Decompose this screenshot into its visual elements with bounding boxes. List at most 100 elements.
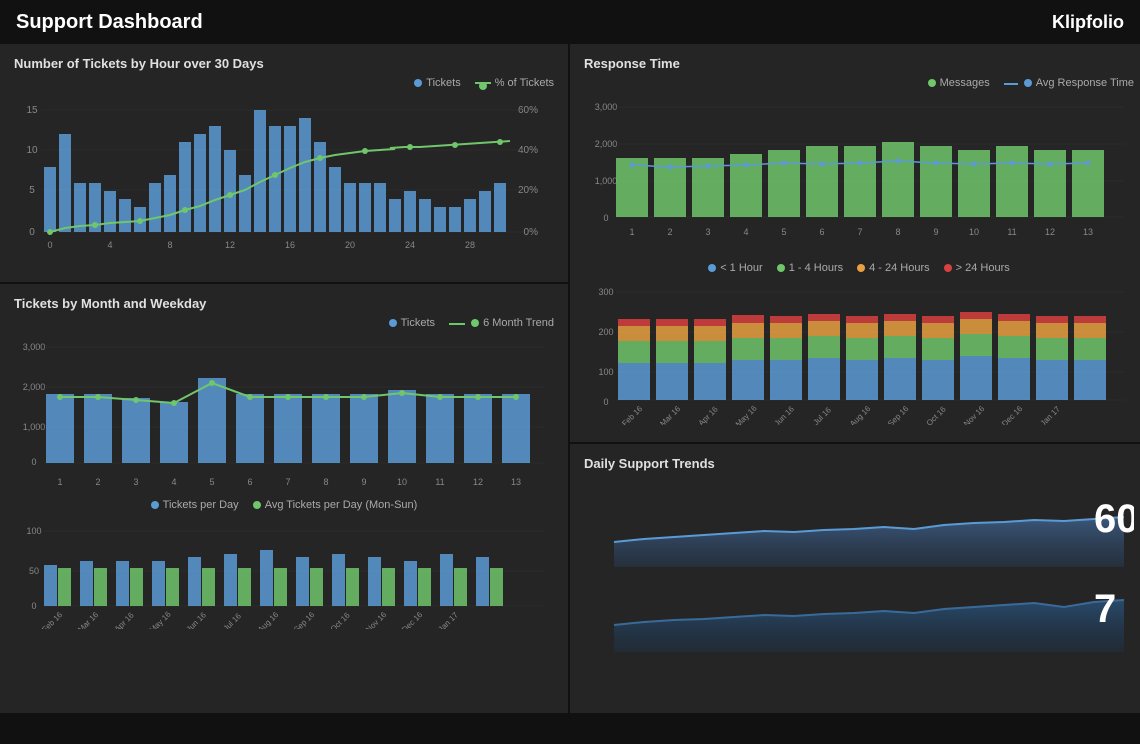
- tickets-month-legend: Tickets 6 Month Trend: [389, 317, 554, 329]
- daily-trends-title: Daily Support Trends: [584, 456, 1134, 471]
- response-hours-legend: < 1 Hour 1 - 4 Hours 4 - 24 Hours > 24 H…: [708, 262, 1010, 274]
- stacked-hours-chart: 300 200 100 0: [584, 280, 1134, 430]
- svg-text:Jun 16: Jun 16: [185, 610, 209, 629]
- avg-response-dot-icon: [1024, 79, 1032, 87]
- svg-text:100: 100: [26, 526, 41, 536]
- avg-tpd-dot-icon: [253, 501, 261, 509]
- svg-text:13: 13: [511, 477, 521, 487]
- svg-text:8: 8: [323, 477, 328, 487]
- svg-text:Dec 16: Dec 16: [400, 610, 425, 629]
- tickets-dot2-icon: [389, 319, 397, 327]
- response-time-panel: Response Time Messages Avg Response Time: [570, 44, 1140, 442]
- svg-text:May 16: May 16: [148, 609, 173, 629]
- svg-text:4: 4: [171, 477, 176, 487]
- tickets-day-legend: Tickets per Day Avg Tickets per Day (Mon…: [151, 499, 418, 511]
- tickets-by-hour-title: Number of Tickets by Hour over 30 Days: [14, 56, 554, 71]
- svg-text:24: 24: [405, 240, 415, 250]
- svg-text:3,000: 3,000: [595, 102, 618, 112]
- svg-text:4: 4: [743, 227, 748, 237]
- svg-text:Apr 16: Apr 16: [697, 404, 720, 425]
- legend-tickets: Tickets: [414, 77, 460, 89]
- svg-text:6: 6: [819, 227, 824, 237]
- svg-text:Jul 16: Jul 16: [221, 611, 243, 629]
- svg-text:Mar 16: Mar 16: [76, 610, 100, 629]
- svg-text:0: 0: [31, 457, 36, 467]
- svg-text:12: 12: [473, 477, 483, 487]
- svg-text:Jan 17: Jan 17: [1039, 404, 1063, 425]
- svg-text:12: 12: [225, 240, 235, 250]
- lt1h-dot-icon: [708, 264, 716, 272]
- svg-text:1: 1: [629, 227, 634, 237]
- svg-text:16: 16: [285, 240, 295, 250]
- main-content: Number of Tickets by Hour over 30 Days T…: [0, 44, 1140, 744]
- daily-trends-panel: Daily Support Trends: [570, 444, 1140, 713]
- tickets-by-hour-panel: Number of Tickets by Hour over 30 Days T…: [0, 44, 568, 282]
- svg-text:9: 9: [361, 477, 366, 487]
- avg-response-line-icon: [1004, 83, 1018, 85]
- tpd-dot-icon: [151, 501, 159, 509]
- svg-text:6: 6: [247, 477, 252, 487]
- svg-text:5: 5: [29, 185, 35, 196]
- svg-text:3: 3: [705, 227, 710, 237]
- svg-text:5: 5: [781, 227, 786, 237]
- svg-text:Oct 16: Oct 16: [329, 610, 352, 629]
- svg-text:4: 4: [107, 240, 112, 250]
- svg-text:9: 9: [933, 227, 938, 237]
- left-column: Number of Tickets by Hour over 30 Days T…: [0, 44, 568, 713]
- svg-text:12: 12: [1045, 227, 1055, 237]
- svg-text:0: 0: [603, 397, 608, 407]
- tickets-by-hour-legend: Tickets % of Tickets: [414, 77, 554, 89]
- svg-text:10: 10: [397, 477, 407, 487]
- logo: Klipfolio: [1052, 12, 1124, 33]
- month-trend-line-icon: [449, 323, 465, 325]
- messages-chart: 3,000 2,000 1,000 0: [584, 95, 1134, 260]
- svg-text:Nov 16: Nov 16: [364, 610, 389, 629]
- right-column: Response Time Messages Avg Response Time: [570, 44, 1140, 713]
- svg-text:7: 7: [285, 477, 290, 487]
- svg-text:200: 200: [598, 327, 613, 337]
- svg-text:20: 20: [345, 240, 355, 250]
- svg-text:1: 1: [57, 477, 62, 487]
- svg-text:2: 2: [95, 477, 100, 487]
- svg-text:Apr 16: Apr 16: [113, 610, 136, 629]
- svg-text:60%: 60%: [518, 105, 538, 116]
- legend-pct-tickets: % of Tickets: [475, 77, 554, 89]
- svg-text:Oct 16: Oct 16: [925, 404, 948, 425]
- svg-text:40%: 40%: [518, 145, 538, 156]
- svg-text:0: 0: [29, 227, 35, 238]
- svg-text:100: 100: [598, 367, 613, 377]
- svg-text:Jan 17: Jan 17: [437, 610, 461, 629]
- response-time-legend: Messages Avg Response Time: [928, 77, 1134, 89]
- tickets-by-month-title: Tickets by Month and Weekday: [14, 296, 554, 311]
- tickets-month-top-chart: 3,000 2,000 1,000 0: [14, 335, 554, 495]
- pct-tickets-line-icon: [475, 82, 491, 84]
- svg-text:0: 0: [603, 213, 608, 223]
- svg-text:0: 0: [47, 240, 52, 250]
- svg-text:0%: 0%: [524, 227, 539, 238]
- daily-trends-chart: 60 7: [584, 477, 1134, 672]
- svg-text:300: 300: [598, 287, 613, 297]
- svg-text:2,000: 2,000: [595, 139, 618, 149]
- svg-text:50: 50: [29, 566, 39, 576]
- svg-text:Aug 16: Aug 16: [848, 404, 873, 425]
- svg-text:May 16: May 16: [734, 403, 759, 425]
- svg-text:Jul 16: Jul 16: [811, 405, 833, 425]
- svg-text:1,000: 1,000: [595, 176, 618, 186]
- svg-text:Aug 16: Aug 16: [256, 610, 281, 629]
- month-trend-label: 6 Month Trend: [483, 317, 554, 329]
- svg-text:8: 8: [895, 227, 900, 237]
- svg-text:Sep 16: Sep 16: [292, 610, 317, 629]
- tickets-dot-icon: [414, 79, 422, 87]
- header: Support Dashboard Klipfolio: [0, 0, 1140, 44]
- svg-text:11: 11: [435, 477, 444, 487]
- svg-text:7: 7: [1094, 587, 1116, 631]
- svg-text:1,000: 1,000: [23, 422, 46, 432]
- tickets-by-month-panel: Tickets by Month and Weekday Tickets 6 M…: [0, 284, 568, 713]
- svg-text:7: 7: [857, 227, 862, 237]
- svg-text:5: 5: [209, 477, 214, 487]
- svg-text:0: 0: [31, 601, 36, 611]
- svg-text:20%: 20%: [518, 185, 538, 196]
- 4-24h-dot-icon: [857, 264, 865, 272]
- svg-text:10: 10: [26, 145, 38, 156]
- svg-text:Feb 16: Feb 16: [620, 404, 644, 425]
